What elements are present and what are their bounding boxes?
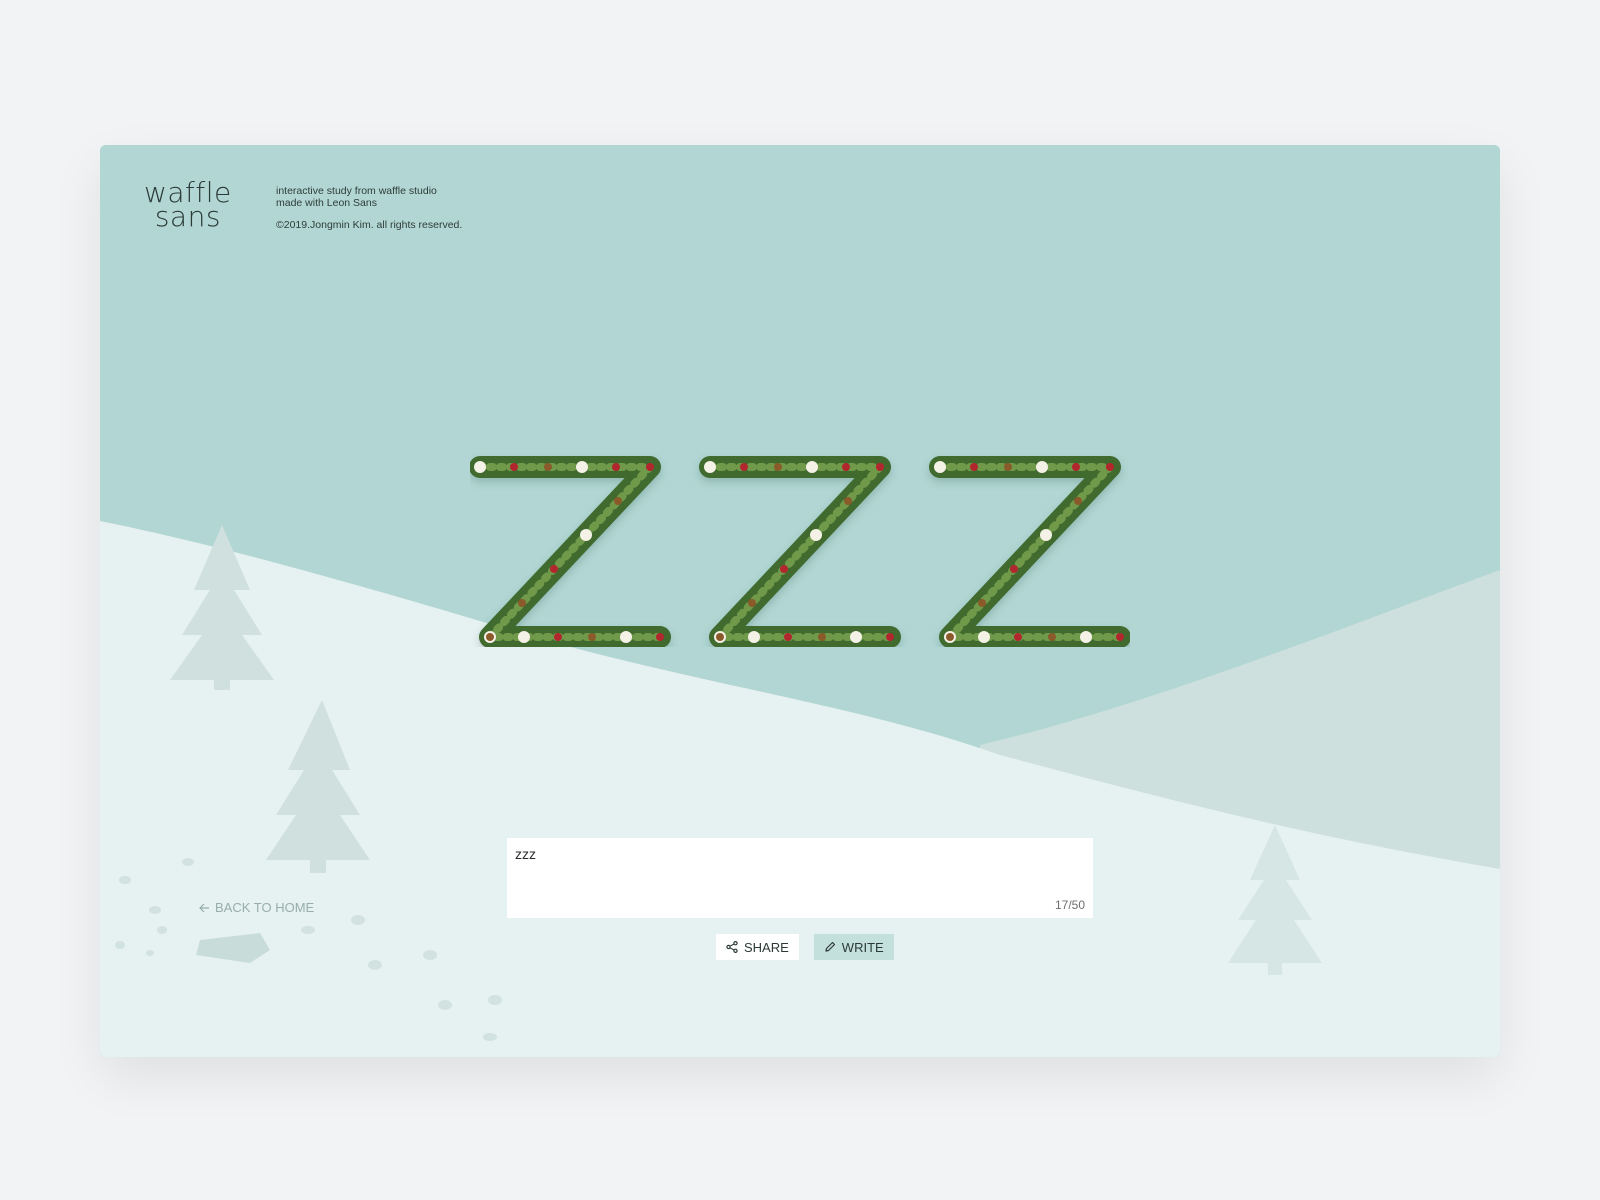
berry-ornament [876,463,884,471]
garland-letter-z [470,456,671,647]
berry-ornament [1014,633,1022,641]
text-input-area[interactable]: zzz 17/50 [507,838,1093,918]
berry-ornament [1116,633,1124,641]
garland-letters [470,456,1130,647]
action-buttons: SHARE WRITE [716,934,894,960]
pinecone-ornament [818,633,826,641]
pencil-icon [825,941,835,952]
share-button[interactable]: SHARE [716,934,799,960]
pearl-ornament [1036,461,1048,473]
pinecone-ornament [1074,497,1082,505]
pinecone-ornament [1004,463,1012,471]
pinecone-ornament [1048,633,1056,641]
pearl-ornament [978,631,990,643]
back-to-home-link[interactable]: BACK TO HOME [199,900,314,915]
pearl-ornament [810,529,822,541]
berry-ornament [510,463,518,471]
garland-text-display [470,456,1130,647]
pinecone-ornament [844,497,852,505]
pearl-ornament [1080,631,1092,643]
pearl-ornament [576,461,588,473]
berry-ornament [1010,565,1018,573]
share-button-label: SHARE [744,939,789,955]
pearl-ornament [1040,529,1052,541]
berry-ornament [1072,463,1080,471]
berry-ornament [842,463,850,471]
berry-ornament [780,565,788,573]
pinecone-ornament [614,497,622,505]
character-counter: 17/50 [1054,898,1085,912]
pinecone-ornament [518,599,526,607]
credits-line-study: interactive study from waffle studio [276,185,437,197]
credits: interactive study from waffle studio mad… [276,185,462,231]
pinecone-ornament [946,633,954,641]
berry-ornament [554,633,562,641]
berry-ornament [784,633,792,641]
write-button[interactable]: WRITE [813,934,894,960]
pinecone-ornament [748,599,756,607]
back-to-home-label: BACK TO HOME [215,900,315,915]
pinecone-ornament [716,633,724,641]
berry-ornament [1106,463,1114,471]
pearl-ornament [620,631,632,643]
pearl-ornament [748,631,760,643]
app-frame: waffle sans interactive study from waffl… [100,145,1500,1057]
share-icon [726,941,738,953]
waffle-sans-logo[interactable]: waffle sans [144,179,232,233]
berry-ornament [740,463,748,471]
berry-ornament [612,463,620,471]
berry-ornament [970,463,978,471]
pinecone-ornament [588,633,596,641]
logo-line-sans: sans [154,200,221,233]
pearl-ornament [806,461,818,473]
berry-ornament [646,463,654,471]
pearl-ornament [474,461,486,473]
write-button-label: WRITE [841,939,884,955]
garland-letter-z [699,456,901,647]
berry-ornament [656,633,664,641]
pinecone-ornament [544,463,552,471]
pinecone-ornament [486,633,494,641]
copyright-text: ©2019.Jongmin Kim. all rights reserved. [276,219,463,231]
berry-ornament [886,633,894,641]
garland-letter-z [929,456,1130,647]
pearl-ornament [934,461,946,473]
pearl-ornament [580,529,592,541]
pinecone-ornament [774,463,782,471]
text-input-value[interactable]: zzz [515,846,536,862]
berry-ornament [550,565,558,573]
credits-line-made-with: made with Leon Sans [276,197,377,209]
pinecone-ornament [978,599,986,607]
pearl-ornament [850,631,862,643]
pearl-ornament [704,461,716,473]
arrow-left-icon [199,903,209,912]
pearl-ornament [518,631,530,643]
